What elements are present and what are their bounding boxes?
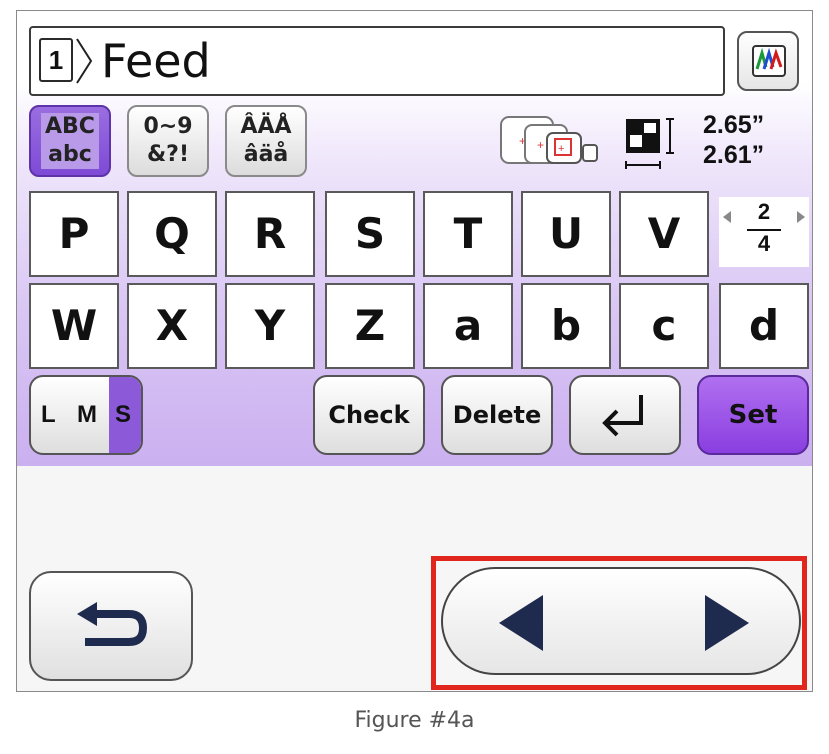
charset-tab-line1: ÂÄÅ <box>240 114 292 139</box>
sewing-machine-screen: 1 Feed ABC abc 0~9 &?! ÂÄÅ âäå + + + 2.6… <box>16 10 813 692</box>
enter-button[interactable] <box>569 375 681 455</box>
key-v[interactable]: V <box>619 191 709 277</box>
key-r[interactable]: R <box>225 191 315 277</box>
thread-color-button[interactable] <box>737 31 799 91</box>
key-z[interactable]: Z <box>325 283 415 369</box>
set-button[interactable]: Set <box>697 375 809 455</box>
prev-next-control[interactable] <box>441 567 801 675</box>
size-option-m[interactable]: M <box>77 377 97 453</box>
size-option-s[interactable]: S <box>115 377 131 453</box>
svg-text:+: + <box>558 143 564 155</box>
page-indicator[interactable]: 2 4 <box>719 197 809 267</box>
figure-caption: Figure #4a <box>354 708 475 733</box>
page-current: 2 <box>757 199 771 224</box>
key-d[interactable]: d <box>719 283 809 369</box>
key-t[interactable]: T <box>423 191 513 277</box>
back-arrow-icon <box>77 602 148 646</box>
charset-tab-line1: ABC <box>41 113 99 141</box>
size-selector[interactable]: L M S <box>29 375 143 455</box>
key-b[interactable]: b <box>521 283 611 369</box>
pattern-height: 2.61” <box>703 141 765 169</box>
keyboard-panel: 1 Feed ABC abc 0~9 &?! ÂÄÅ âäå + + + 2.6… <box>17 11 812 466</box>
key-u[interactable]: U <box>521 191 611 277</box>
key-q[interactable]: Q <box>127 191 217 277</box>
line-number: 1 <box>39 38 73 82</box>
thread-color-icon <box>752 45 786 77</box>
key-y[interactable]: Y <box>225 283 315 369</box>
key-s[interactable]: S <box>325 191 415 277</box>
text-entry-field[interactable]: 1 Feed <box>29 26 725 96</box>
back-button[interactable] <box>29 571 193 681</box>
charset-tab-line2: &?! <box>147 142 189 167</box>
charset-tab-line1: 0~9 <box>143 114 193 139</box>
triangle-left-icon[interactable] <box>499 595 543 651</box>
check-button[interactable]: Check <box>313 375 425 455</box>
charset-tab-accents[interactable]: ÂÄÅ âäå <box>225 105 307 177</box>
hoop-size-icon: + + + <box>500 116 598 164</box>
page-prev-icon[interactable] <box>723 211 731 223</box>
pattern-width: 2.65” <box>703 111 765 139</box>
chevron-right-icon <box>76 38 93 84</box>
key-x[interactable]: X <box>127 283 217 369</box>
size-option-l[interactable]: L <box>41 377 56 453</box>
page-total: 4 <box>757 231 771 256</box>
svg-text:+: + <box>537 138 544 152</box>
triangle-right-icon[interactable] <box>705 595 749 651</box>
key-w[interactable]: W <box>29 283 119 369</box>
charset-tab-numbers[interactable]: 0~9 &?! <box>127 105 209 177</box>
entered-text: Feed <box>101 34 211 88</box>
key-a[interactable]: a <box>423 283 513 369</box>
delete-button[interactable]: Delete <box>441 375 553 455</box>
charset-tab-letters[interactable]: ABC abc <box>29 105 111 177</box>
pattern-size-icon <box>625 118 674 169</box>
return-arrow-icon <box>602 395 643 437</box>
page-next-icon[interactable] <box>797 211 805 223</box>
key-p[interactable]: P <box>29 191 119 277</box>
key-c[interactable]: c <box>619 283 709 369</box>
charset-tab-line2: âäå <box>243 142 289 167</box>
charset-tab-line2: abc <box>41 141 99 169</box>
